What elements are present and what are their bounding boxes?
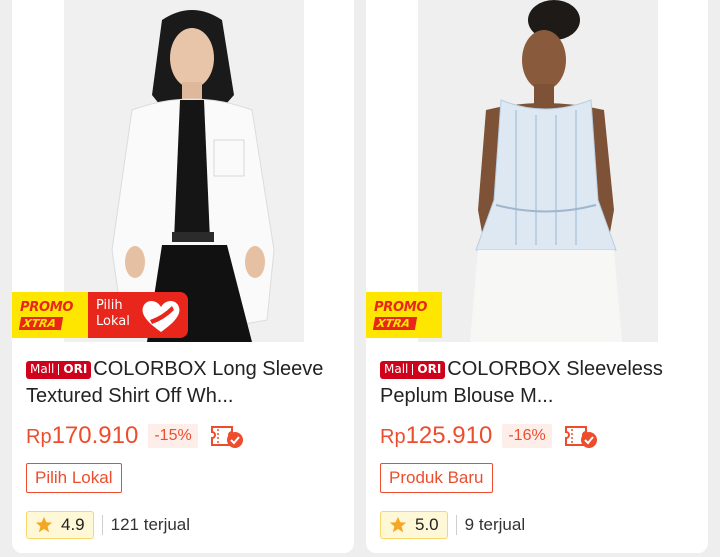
product-tag: Pilih Lokal: [26, 463, 122, 493]
product-image[interactable]: PROMO XTRA: [366, 0, 708, 342]
rating-row: 4.9 121 terjual: [26, 510, 346, 540]
divider: [101, 515, 103, 535]
badge-divider: [58, 364, 60, 375]
promo-label: PROMO: [20, 299, 74, 315]
mall-ori-badge: Mall ORI: [26, 360, 92, 379]
price-value: 170.910: [51, 422, 139, 449]
currency-label: Rp: [26, 426, 52, 448]
ori-label: ORI: [417, 362, 442, 376]
rating-badge: 4.9: [26, 511, 94, 539]
rating-row: 5.0 9 terjual: [380, 510, 700, 540]
xtra-label: XTRA: [18, 316, 64, 330]
promo-label: PROMO: [374, 299, 428, 315]
product-card[interactable]: PROMO XTRA Mall ORI COLORBOX Sleeveless …: [366, 0, 708, 553]
product-title[interactable]: Mall ORI COLORBOX Sleeveless Peplum Blou…: [380, 356, 700, 410]
product-tag: Produk Baru: [380, 463, 493, 493]
currency-label: Rp: [380, 426, 406, 448]
rating-badge: 5.0: [380, 511, 448, 539]
heart-icon: [142, 301, 180, 332]
price-row: Rp125.910 -16%: [380, 421, 700, 451]
badge-divider: [412, 364, 414, 375]
price-row: Rp170.910 -15%: [26, 421, 346, 451]
promo-xtra-badge: PROMO XTRA: [12, 292, 88, 338]
price: Rp170.910: [26, 422, 138, 450]
discount-badge: -15%: [148, 424, 198, 448]
product-title[interactable]: Mall ORI COLORBOX Long Sleeve Textured S…: [26, 356, 346, 410]
rating-value: 4.9: [61, 515, 85, 534]
star-icon: [389, 516, 407, 533]
sold-count: 121 terjual: [110, 515, 191, 534]
mall-label: Mall: [384, 362, 409, 376]
star-icon: [35, 516, 53, 533]
discount-badge: -16%: [502, 424, 552, 448]
mall-label: Mall: [30, 362, 55, 376]
promo-xtra-badge: PROMO XTRA: [366, 292, 442, 338]
product-image[interactable]: PROMO XTRA Pilih Lokal: [12, 0, 354, 342]
divider: [455, 515, 457, 535]
pilih-lokal-badge: Pilih Lokal: [88, 292, 188, 338]
rating-value: 5.0: [415, 515, 439, 534]
voucher-icon: [210, 426, 243, 448]
mall-ori-badge: Mall ORI: [380, 360, 446, 379]
model-illustration: [470, 0, 622, 342]
xtra-label: XTRA: [372, 316, 418, 330]
lokal-badge-label: Pilih Lokal: [96, 298, 130, 329]
price-value: 125.910: [405, 422, 493, 449]
sold-count: 9 terjual: [464, 515, 526, 534]
ori-label: ORI: [63, 362, 88, 376]
model-illustration: [111, 10, 275, 342]
voucher-icon: [564, 426, 597, 448]
product-card[interactable]: PROMO XTRA Pilih Lokal Mall ORI COLORBOX…: [12, 0, 354, 553]
price: Rp125.910: [380, 422, 492, 450]
